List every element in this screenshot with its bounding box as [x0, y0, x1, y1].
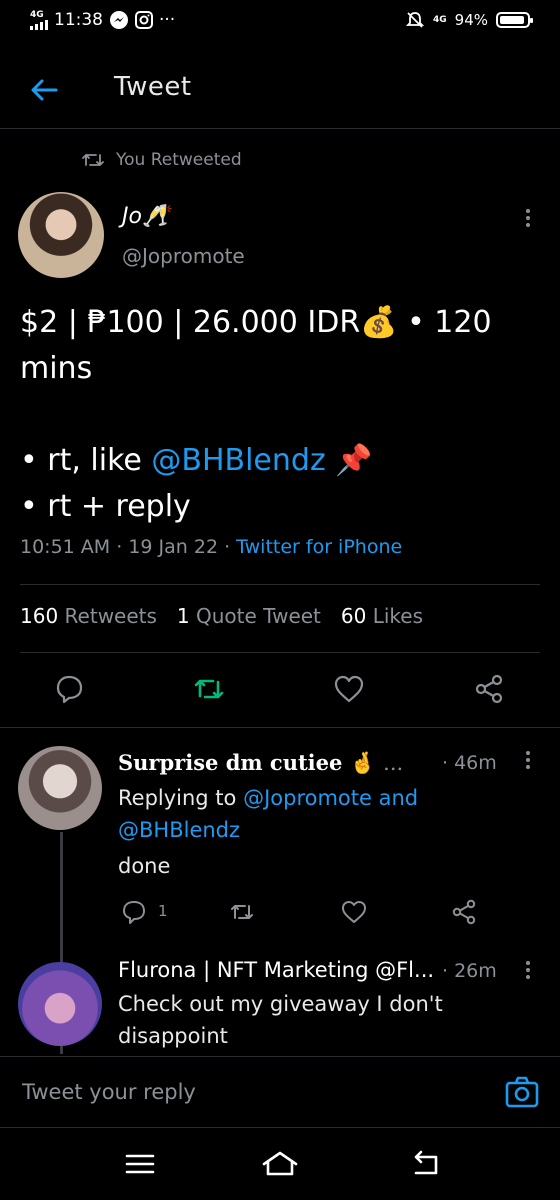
- reply-avatar[interactable]: [18, 746, 102, 830]
- signal-icon: 4G: [30, 9, 48, 30]
- tweet-line-2-text: • rt, like: [20, 443, 152, 478]
- messenger-icon: [109, 10, 129, 30]
- reply-retweet-button[interactable]: [228, 898, 256, 926]
- network-type: 4G: [30, 9, 44, 20]
- header: Tweet: [0, 52, 560, 129]
- battery-percent: 94%: [454, 11, 488, 29]
- quotes-label: Quote Tweet: [196, 604, 321, 628]
- tweet-line-2: • rt, like @BHBlendz 📌: [20, 438, 540, 484]
- camera-button[interactable]: [504, 1074, 540, 1110]
- reply-reply-button[interactable]: 1: [120, 898, 180, 926]
- heart-icon: [334, 675, 364, 703]
- nav-back-icon: [414, 1150, 438, 1175]
- tweet-date: 19 Jan 22: [128, 536, 219, 558]
- reply-icon: [56, 675, 83, 704]
- retweet-icon: [231, 905, 253, 919]
- reply-time: · 46m: [442, 752, 497, 774]
- status-bar: 4G 11:38 ··· 4G 94%: [0, 0, 560, 44]
- quotes-count: 1: [176, 604, 190, 628]
- tweet-meta: 10:51 AM · 19 Jan 22 · Twitter for iPhon…: [20, 536, 402, 558]
- back-arrow-icon: [31, 79, 58, 101]
- network-type-right: 4G: [433, 14, 447, 25]
- retweeted-text: You Retweeted: [116, 150, 242, 170]
- tweet-line-1: $2 | ₱100 | 26.000 IDR💰 • 120 mins: [20, 305, 492, 386]
- replying-to-and[interactable]: and: [372, 786, 419, 810]
- author-handle[interactable]: @Jopromote: [122, 244, 245, 268]
- reply-more-icon[interactable]: [518, 958, 538, 982]
- tweet-line-3: • rt + reply: [20, 489, 191, 524]
- nav-home-button[interactable]: [260, 1148, 300, 1180]
- author-avatar[interactable]: [18, 192, 104, 278]
- likes-label: Likes: [372, 604, 423, 628]
- replying-to-label: Replying to: [118, 786, 244, 810]
- divider: [20, 652, 540, 653]
- tweet-time: 10:51 AM: [20, 536, 111, 558]
- share-icon: [475, 674, 503, 704]
- system-nav-bar: [0, 1128, 560, 1200]
- meta-separator: ·: [218, 536, 237, 558]
- reply-author-name-text: Surprise dm cutiee 🤞: [118, 750, 376, 775]
- reply-text-line: disappoint: [118, 1024, 228, 1048]
- retweet-small-icon: [82, 154, 104, 166]
- replying-to-mention[interactable]: @BHBlendz: [118, 818, 240, 842]
- share-button[interactable]: [472, 672, 506, 706]
- retweet-icon: [194, 679, 224, 699]
- reply-compose-bar: [0, 1056, 560, 1128]
- reply-more-icon[interactable]: [518, 748, 538, 772]
- page-title: Tweet: [114, 72, 192, 102]
- reply-share-button[interactable]: [450, 898, 478, 926]
- like-button[interactable]: [332, 672, 366, 706]
- quotes-stat[interactable]: 1 Quote Tweet: [177, 604, 321, 628]
- retweets-stat[interactable]: 160 Retweets: [20, 604, 157, 628]
- likes-count: 60: [340, 604, 367, 628]
- meta-separator: ·: [110, 536, 129, 558]
- replying-to-mention[interactable]: @Jopromote: [243, 786, 372, 810]
- reply-avatar[interactable]: [18, 962, 102, 1046]
- retweets-label: Retweets: [64, 604, 157, 628]
- name-ellipsis: ...: [383, 751, 404, 775]
- likes-stat[interactable]: 60 Likes: [341, 604, 423, 628]
- mention-link[interactable]: @BHBlendz: [151, 443, 325, 478]
- nav-menu-button[interactable]: [120, 1148, 160, 1180]
- more-notifications: ···: [159, 10, 176, 30]
- share-icon: [452, 899, 476, 925]
- reply-author-name[interactable]: Flurona | NFT Marketing @Fl...: [118, 958, 434, 982]
- nav-back-button[interactable]: [406, 1148, 446, 1180]
- author-name[interactable]: Jo🥂: [122, 204, 169, 229]
- replying-to: Replying to @Jopromote and @BHBlendz: [118, 782, 418, 846]
- tweet-source-link[interactable]: Twitter for iPhone: [236, 536, 402, 558]
- tweet-stats: 160 Retweets 1 Quote Tweet 60 Likes: [20, 604, 423, 628]
- reply-input[interactable]: [20, 1073, 464, 1111]
- reply-icon: [123, 901, 145, 924]
- pushpin-emoji: 📌: [325, 443, 373, 478]
- heart-icon: [342, 901, 366, 923]
- divider: [0, 727, 560, 728]
- menu-icon: [125, 1154, 155, 1174]
- reply-text: done: [118, 854, 171, 878]
- reply-author-name[interactable]: Surprise dm cutiee 🤞 ...: [118, 750, 403, 776]
- reply-button[interactable]: [52, 672, 86, 706]
- tweet-more-icon[interactable]: [518, 206, 538, 230]
- reply-time: · 26m: [442, 960, 497, 982]
- divider: [20, 584, 540, 585]
- tweet-text: $2 | ₱100 | 26.000 IDR💰 • 120 mins • rt,…: [20, 300, 540, 530]
- retweet-button[interactable]: [192, 672, 226, 706]
- instagram-icon: [135, 11, 153, 29]
- retweeted-label: You Retweeted: [82, 150, 242, 170]
- reply-count: 1: [158, 902, 168, 920]
- status-time: 11:38: [54, 10, 103, 30]
- retweets-count: 160: [20, 604, 59, 628]
- reply-text-line: Check out my giveaway I don't: [118, 992, 443, 1016]
- reply-text: Check out my giveaway I don't disappoint: [118, 988, 443, 1052]
- back-button[interactable]: [26, 72, 62, 108]
- mute-icon: [405, 10, 425, 30]
- camera-icon: [505, 1076, 539, 1108]
- battery-icon: [496, 12, 533, 28]
- reply-like-button[interactable]: [340, 898, 368, 926]
- home-icon: [262, 1151, 298, 1176]
